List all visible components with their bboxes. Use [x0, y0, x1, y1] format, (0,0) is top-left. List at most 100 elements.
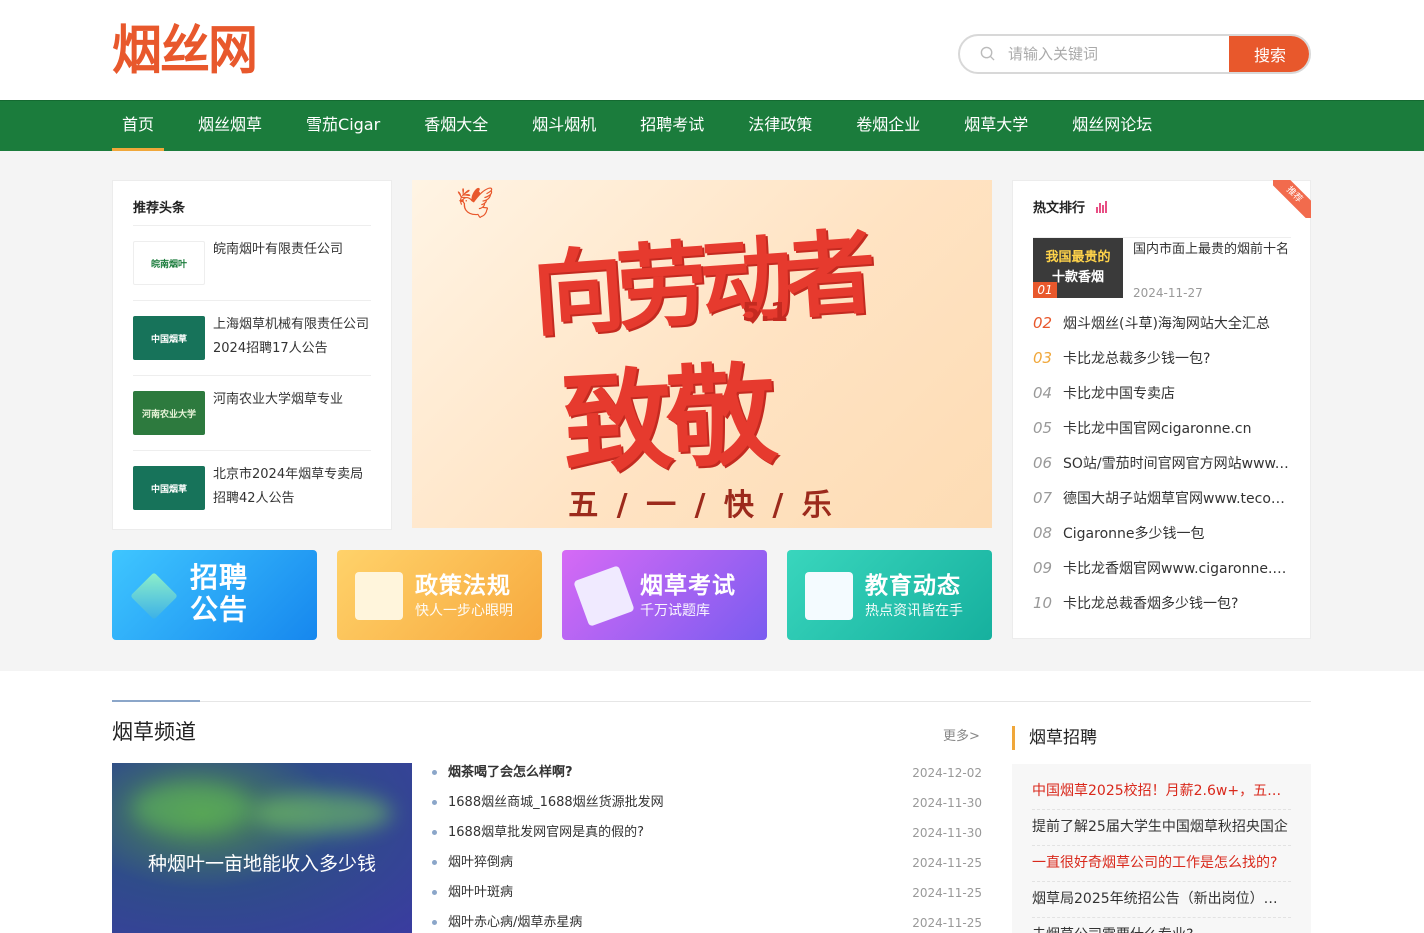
recommend-item-text[interactable]: 上海烟草机械有限责任公司2024招聘17人公告	[213, 313, 373, 361]
nav-item-law[interactable]: 法律政策	[738, 101, 822, 151]
recommend-item[interactable]: 中国烟草 上海烟草机械有限责任公司2024招聘17人公告	[133, 300, 371, 374]
nav-item-cigarettes[interactable]: 香烟大全	[414, 101, 498, 151]
search-icon	[980, 46, 995, 61]
card-policy[interactable]: 政策法规 快人一步心眼明	[337, 550, 542, 640]
recommend-item-text[interactable]: 皖南烟叶有限责任公司	[213, 238, 373, 262]
list-item-text: 卡比龙中国官网cigaronne.cn	[1063, 421, 1252, 437]
hot-title: 热文排行	[1013, 181, 1310, 225]
recruit-panel: 中国烟草2025校招！月薪2.6w+，五险一金 提前了解25届大学生中国烟草秋招…	[1012, 764, 1311, 933]
card-subtitle: 热点资讯皆在手	[865, 603, 963, 619]
recommend-item-text[interactable]: 河南农业大学烟草专业	[213, 388, 373, 412]
rank-number: 07	[1033, 489, 1053, 507]
section-divider	[112, 701, 1311, 702]
nav-item-cigar[interactable]: 雪茄Cigar	[296, 101, 390, 151]
banner-subtitle: 五 / 一 / 快 / 乐	[568, 488, 836, 523]
list-item[interactable]: 烟草局2025年统招公告（新出岗位）快来看	[1032, 882, 1291, 918]
list-item[interactable]: 烟叶猝倒病 2024-11-25	[432, 852, 984, 882]
top-section: 推荐头条 皖南烟叶 皖南烟叶有限责任公司 中国烟草 上海烟草机械有限责任公司20…	[0, 151, 1424, 671]
nav-item-forum[interactable]: 烟丝网论坛	[1062, 101, 1162, 151]
nav-item-tobacco[interactable]: 烟丝烟草	[188, 101, 272, 151]
search-input[interactable]	[1008, 36, 1228, 72]
cube-icon	[130, 572, 178, 620]
ribbon-label: 推荐	[1273, 180, 1311, 218]
recommend-item[interactable]: 皖南烟叶 皖南烟叶有限责任公司	[133, 225, 371, 299]
list-item-text: 烟叶猝倒病	[448, 855, 514, 870]
list-item[interactable]: 去烟草公司需要什么专业?	[1032, 918, 1291, 933]
rank-number: 05	[1033, 419, 1053, 437]
list-item-text: 1688烟丝商城_1688烟丝货源批发网	[448, 795, 664, 810]
search-button[interactable]: 搜索	[1229, 36, 1309, 72]
rank-number: 01	[1033, 282, 1057, 298]
card-education[interactable]: 教育动态 热点资讯皆在手	[787, 550, 992, 640]
channel-feature-image[interactable]: 种烟叶一亩地能收入多少钱	[112, 763, 412, 933]
card-title: 烟草考试	[640, 573, 736, 599]
hot-title-label: 热文排行	[1033, 201, 1086, 216]
list-item-text: Cigaronne多少钱一包	[1063, 526, 1205, 542]
list-item[interactable]: 05 卡比龙中国官网cigaronne.cn	[1033, 411, 1293, 446]
nav-item-university[interactable]: 烟草大学	[954, 101, 1038, 151]
list-item[interactable]: 08 Cigaronne多少钱一包	[1033, 516, 1293, 551]
card-exam[interactable]: 烟草考试 千万试题库	[562, 550, 767, 640]
recruit-title: 烟草招聘	[1012, 726, 1097, 750]
list-item-date: 2024-11-30	[912, 796, 982, 810]
rank-number: 09	[1033, 559, 1053, 577]
list-item[interactable]: 02 烟斗烟丝(斗草)海淘网站大全汇总	[1033, 306, 1293, 341]
header: 烟丝网 搜索	[0, 0, 1424, 100]
rank-number: 03	[1033, 349, 1053, 367]
list-item-text: 卡比龙总裁多少钱一包?	[1063, 351, 1211, 367]
channel-title: 烟草频道	[112, 720, 196, 744]
channel-list: 烟茶喝了会怎么样啊? 2024-12-02 1688烟丝商城_1688烟丝货源批发…	[432, 762, 984, 933]
image-blur	[252, 793, 392, 833]
recommend-title: 推荐头条	[133, 201, 186, 216]
recommend-item[interactable]: 河南农业大学 河南农业大学烟草专业	[133, 375, 371, 449]
card-subtitle: 千万试题库	[640, 603, 710, 619]
list-item[interactable]: 烟茶喝了会怎么样啊? 2024-12-02	[432, 762, 984, 792]
card-title: 教育动态	[865, 573, 961, 599]
list-item-date: 2024-11-30	[912, 826, 982, 840]
hot-first-item[interactable]: 我国最贵的 十款香烟 01 国内市面上最贵的烟前十名 2024-11-27	[1033, 237, 1293, 300]
rank-number: 08	[1033, 524, 1053, 542]
list-item-text: SO站/雪茄时间官网官方网站www.sotime.net	[1063, 456, 1293, 472]
list-item[interactable]: 一直很好奇烟草公司的工作是怎么找的?	[1032, 846, 1291, 882]
card-recruit[interactable]: 招聘公告	[112, 550, 317, 640]
recommend-item[interactable]: 中国烟草 北京市2024年烟草专卖局招聘42人公告	[133, 450, 371, 524]
main-nav: 首页 烟丝烟草 雪茄Cigar 香烟大全 烟斗烟机 招聘考试 法律政策 卷烟企业…	[0, 100, 1424, 151]
list-item-date: 2024-11-25	[912, 916, 982, 930]
main-banner[interactable]: 🕊 向劳动者 致敬 5.1 五 / 一 / 快 / 乐	[412, 180, 992, 528]
recommend-item-text[interactable]: 北京市2024年烟草专卖局招聘42人公告	[213, 463, 373, 511]
channel-more-link[interactable]: 更多>	[943, 725, 980, 744]
bar-chart-icon	[1095, 201, 1108, 217]
list-item[interactable]: 07 德国大胡子站烟草官网www.tecon-gmbh.de	[1033, 481, 1293, 516]
list-item[interactable]: 06 SO站/雪茄时间官网官方网站www.sotime.net	[1033, 446, 1293, 481]
document-icon	[355, 572, 403, 620]
hot-first-thumbnail[interactable]: 我国最贵的 十款香烟 01	[1033, 238, 1123, 298]
nav-item-home[interactable]: 首页	[112, 101, 165, 151]
list-item[interactable]: 1688烟丝商城_1688烟丝货源批发网 2024-11-30	[432, 792, 984, 822]
nav-item-recruit[interactable]: 招聘考试	[630, 101, 714, 151]
channel-image-caption: 种烟叶一亩地能收入多少钱	[147, 853, 376, 875]
list-item-text: 烟叶赤心病/烟草赤星病	[448, 915, 583, 930]
site-logo[interactable]: 烟丝网	[112, 21, 258, 80]
nav-item-pipes[interactable]: 烟斗烟机	[522, 101, 606, 151]
list-item[interactable]: 04 卡比龙中国专卖店	[1033, 376, 1293, 411]
list-item[interactable]: 烟叶赤心病/烟草赤星病 2024-11-25	[432, 912, 984, 933]
hot-first-title[interactable]: 国内市面上最贵的烟前十名	[1133, 240, 1293, 260]
list-item[interactable]: 09 卡比龙香烟官网www.cigaronne.com	[1033, 551, 1293, 586]
list-item[interactable]: 03 卡比龙总裁多少钱一包?	[1033, 341, 1293, 376]
nav-item-companies[interactable]: 卷烟企业	[846, 101, 930, 151]
card-title: 政策法规	[415, 573, 511, 599]
hot-first-date: 2024-11-27	[1133, 286, 1203, 300]
list-item[interactable]: 提前了解25届大学生中国烟草秋招央国企	[1032, 810, 1291, 846]
list-item-date: 2024-12-02	[912, 766, 982, 780]
news-icon	[805, 572, 853, 620]
list-item[interactable]: 1688烟草批发网官网是真的假的? 2024-11-30	[432, 822, 984, 852]
recommend-panel: 推荐头条 皖南烟叶 皖南烟叶有限责任公司 中国烟草 上海烟草机械有限责任公司20…	[112, 180, 392, 530]
list-item[interactable]: 10 卡比龙总裁香烟多少钱一包?	[1033, 586, 1293, 621]
china-tobacco-logo: 中国烟草	[133, 316, 205, 360]
list-item-text: 烟叶叶斑病	[448, 885, 514, 900]
recruit-list: 中国烟草2025校招！月薪2.6w+，五险一金 提前了解25届大学生中国烟草秋招…	[1012, 764, 1311, 933]
list-item[interactable]: 中国烟草2025校招！月薪2.6w+，五险一金	[1032, 774, 1291, 810]
rank-number: 04	[1033, 384, 1053, 402]
search-box: 搜索	[958, 34, 1311, 74]
list-item[interactable]: 烟叶叶斑病 2024-11-25	[432, 882, 984, 912]
